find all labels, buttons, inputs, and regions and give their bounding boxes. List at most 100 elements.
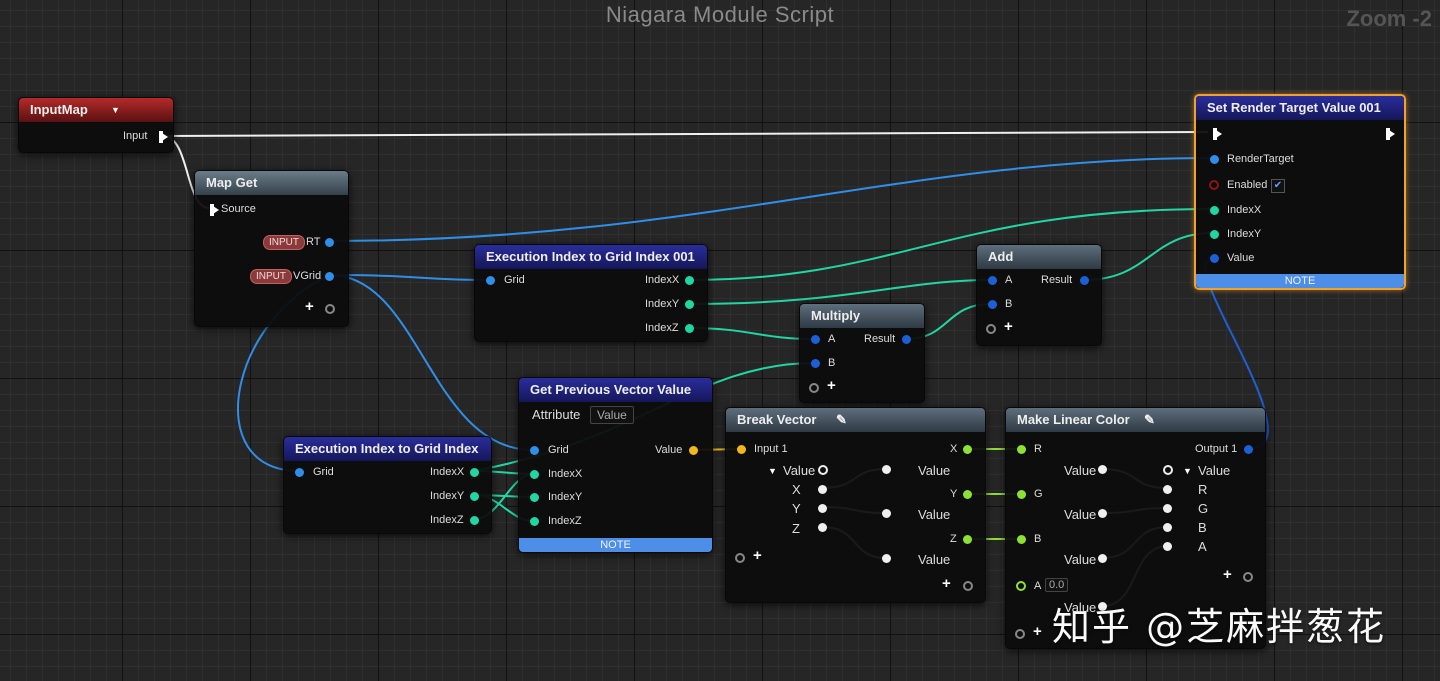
node-header[interactable]: Set Render Target Value 001 (1196, 96, 1404, 120)
pin-indexz[interactable] (685, 324, 694, 333)
pin-vgrid[interactable] (325, 272, 334, 281)
pin-rt[interactable] (325, 238, 334, 247)
pin-output[interactable] (1244, 445, 1253, 454)
pin-y[interactable] (818, 504, 827, 513)
add-pin-connector[interactable] (809, 383, 819, 393)
pin-grid[interactable] (295, 468, 304, 477)
add-pin-connector[interactable] (1015, 629, 1025, 639)
pin-a[interactable] (1016, 581, 1026, 591)
pin-label-indexz: IndexZ (645, 322, 679, 334)
node-add[interactable]: Add A Result B + (976, 244, 1102, 346)
pin-a[interactable] (811, 335, 820, 344)
node-header[interactable]: Break Vector ✎ (726, 408, 985, 432)
pin-value[interactable] (1210, 254, 1219, 263)
pin-b[interactable] (1017, 535, 1026, 544)
exec-pin-icon[interactable] (1386, 128, 1395, 140)
checkbox-icon[interactable]: ✔ (1271, 179, 1285, 193)
add-pin-icon[interactable]: + (753, 547, 762, 564)
pin-x[interactable] (818, 485, 827, 494)
node-header[interactable]: Add (977, 245, 1101, 269)
pin-z-out[interactable] (963, 535, 972, 544)
pin-g-in[interactable] (1163, 504, 1172, 513)
exec-pin-icon[interactable] (159, 131, 168, 143)
exec-pin-icon[interactable] (210, 204, 219, 216)
attribute-value-field[interactable]: Value (590, 406, 634, 424)
note-bar[interactable]: NOTE (1196, 274, 1404, 288)
node-header[interactable]: Get Previous Vector Value (519, 378, 712, 402)
pin-label-a: A (828, 333, 836, 345)
pin-y-out[interactable] (963, 490, 972, 499)
node-header[interactable]: Map Get (195, 171, 348, 195)
node-header[interactable]: Multiply (800, 304, 924, 328)
node-header[interactable]: Execution Index to Grid Index 001 (475, 245, 707, 269)
a-value-field[interactable]: 0.0 (1045, 578, 1069, 592)
pin-r[interactable] (1017, 445, 1026, 454)
pin-r-in[interactable] (1163, 485, 1172, 494)
pin-indexy[interactable] (685, 300, 694, 309)
add-pin-connector[interactable] (1243, 572, 1253, 582)
pencil-icon[interactable]: ✎ (836, 408, 847, 432)
pin-grid[interactable] (486, 276, 495, 285)
pin-indexy[interactable] (530, 493, 539, 502)
pin-rendertarget[interactable] (1210, 155, 1219, 164)
pin-label-grid: Grid (313, 466, 334, 478)
add-pin-icon[interactable]: + (827, 377, 836, 394)
add-pin-connector[interactable] (325, 304, 335, 314)
add-pin-icon[interactable]: + (1223, 566, 1232, 583)
pin-input[interactable] (737, 445, 746, 454)
pin-value-2[interactable] (882, 509, 891, 518)
pin-value-3[interactable] (1098, 554, 1107, 563)
dropdown-arrow-icon[interactable]: ▼ (111, 98, 120, 122)
node-map-get[interactable]: Map Get Source INPUT RT INPUT VGrid + (194, 170, 349, 327)
pin-g[interactable] (1017, 490, 1026, 499)
pin-enabled[interactable] (1209, 180, 1219, 190)
pin-x-out[interactable] (963, 445, 972, 454)
pin-result[interactable] (1080, 276, 1089, 285)
pin-grid[interactable] (530, 446, 539, 455)
pin-value-3[interactable] (882, 554, 891, 563)
pin-a-in[interactable] (1163, 542, 1172, 551)
add-pin-connector[interactable] (735, 553, 745, 563)
pin-indexy[interactable] (470, 492, 479, 501)
pin-indexx[interactable] (470, 468, 479, 477)
pin-indexx[interactable] (530, 470, 539, 479)
pin-value-1[interactable] (1098, 465, 1107, 474)
dropdown-arrow-icon[interactable]: ▼ (1183, 466, 1192, 476)
dropdown-arrow-icon[interactable]: ▼ (768, 466, 777, 476)
add-pin-icon[interactable]: + (1033, 623, 1042, 640)
pin-value[interactable] (689, 446, 698, 455)
pin-indexx[interactable] (685, 276, 694, 285)
add-pin-icon[interactable]: + (942, 575, 951, 592)
node-multiply[interactable]: Multiply A Result B + (799, 303, 925, 403)
exec-pin-icon[interactable] (1213, 128, 1222, 140)
node-exec-index-001[interactable]: Execution Index to Grid Index 001 Grid I… (474, 244, 708, 342)
pin-indexy[interactable] (1210, 230, 1219, 239)
pin-indexz[interactable] (530, 517, 539, 526)
add-pin-icon[interactable]: + (305, 298, 314, 315)
pin-b-in[interactable] (1163, 523, 1172, 532)
node-input-map[interactable]: InputMap ▼ Input (18, 97, 174, 153)
node-header[interactable]: Make Linear Color ✎ (1006, 408, 1265, 432)
pin-a[interactable] (988, 276, 997, 285)
node-break-vector[interactable]: Break Vector ✎ Input 1 X ▼ Value X Y Z V… (725, 407, 986, 603)
add-pin-connector[interactable] (986, 324, 996, 334)
add-pin-icon[interactable]: + (1004, 318, 1013, 335)
pin-value-1[interactable] (882, 465, 891, 474)
pin-result[interactable] (902, 335, 911, 344)
note-bar[interactable]: NOTE (519, 538, 712, 552)
node-header[interactable]: InputMap ▼ (19, 98, 173, 122)
pin-value-2[interactable] (1098, 509, 1107, 518)
add-pin-connector[interactable] (963, 581, 973, 591)
value-connector[interactable] (1163, 465, 1173, 475)
pin-z[interactable] (818, 523, 827, 532)
node-exec-index[interactable]: Execution Index to Grid Index Grid Index… (283, 436, 492, 534)
pin-indexz[interactable] (470, 516, 479, 525)
node-header[interactable]: Execution Index to Grid Index (284, 437, 491, 461)
node-set-render-target[interactable]: Set Render Target Value 001 RenderTarget… (1194, 94, 1406, 290)
pin-indexx[interactable] (1210, 206, 1219, 215)
node-get-prev-vector[interactable]: Get Previous Vector Value Attribute Valu… (518, 377, 713, 553)
pin-b[interactable] (988, 300, 997, 309)
pin-b[interactable] (811, 359, 820, 368)
value-connector[interactable] (818, 465, 828, 475)
pencil-icon[interactable]: ✎ (1144, 408, 1155, 432)
